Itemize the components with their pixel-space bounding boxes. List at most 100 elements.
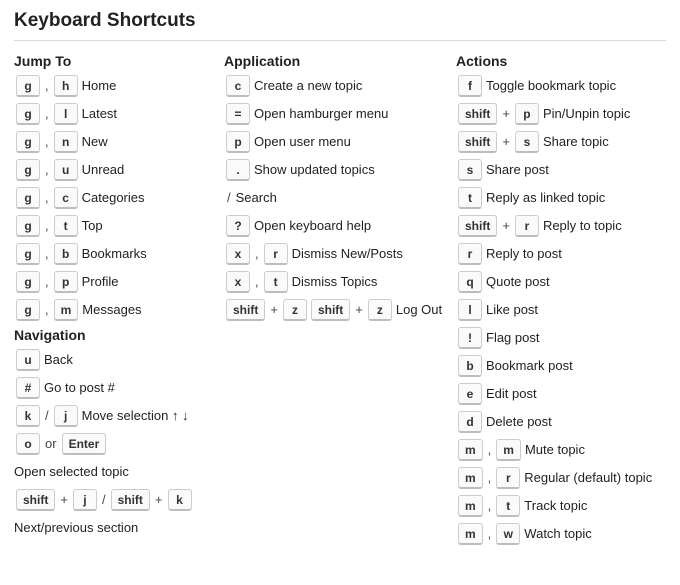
shortcut-row: #Go to post #: [14, 377, 214, 399]
columns: Jump To g,hHomeg,lLatestg,nNewg,uUnreadg…: [14, 51, 666, 551]
key-separator: ,: [488, 523, 492, 545]
keyboard-shortcuts-panel: Keyboard Shortcuts Jump To g,hHomeg,lLat…: [0, 0, 680, 565]
shortcut-row: g,pProfile: [14, 271, 214, 293]
shortcut-row: g,cCategories: [14, 187, 214, 209]
keycap: g: [16, 215, 40, 237]
shortcut-row: !Flag post: [456, 327, 664, 349]
section-list-jump: g,hHomeg,lLatestg,nNewg,uUnreadg,cCatego…: [14, 75, 214, 321]
shortcut-label: Pin/Unpin topic: [543, 103, 630, 125]
shortcut-row: shift+j/shift+k: [14, 489, 214, 511]
shortcut-row: lLike post: [456, 299, 664, 321]
shortcut-row: x,tDismiss Topics: [224, 271, 446, 293]
keycap: z: [283, 299, 307, 321]
shortcut-label: Like post: [486, 299, 538, 321]
keycap: u: [16, 349, 40, 371]
shortcut-row: oorEnter: [14, 433, 214, 455]
key-separator: ,: [45, 187, 49, 209]
keycap: j: [73, 489, 97, 511]
shortcut-label: Bookmark post: [486, 355, 573, 377]
shortcut-label: Profile: [82, 271, 119, 293]
keycap: t: [264, 271, 288, 293]
keycap: m: [458, 439, 483, 461]
shortcut-label: Quote post: [486, 271, 550, 293]
keycap: m: [458, 467, 483, 489]
shortcut-row: cCreate a new topic: [224, 75, 446, 97]
key-separator: ,: [45, 299, 49, 321]
shortcut-label: Reply as linked topic: [486, 187, 605, 209]
shortcut-label: Open user menu: [254, 131, 351, 153]
key-separator: or: [45, 433, 57, 455]
shortcut-label: Reply to post: [486, 243, 562, 265]
shortcut-row: g,hHome: [14, 75, 214, 97]
keycap: w: [496, 523, 520, 545]
shortcut-row: uBack: [14, 349, 214, 371]
shortcut-label: Home: [82, 75, 117, 97]
shortcut-row: m,mMute topic: [456, 439, 664, 461]
shortcut-label: Mute topic: [525, 439, 585, 461]
shortcut-row: fToggle bookmark topic: [456, 75, 664, 97]
key-separator: +: [155, 489, 163, 511]
shortcut-label: Show updated topics: [254, 159, 375, 181]
shortcut-label: Dismiss New/Posts: [292, 243, 403, 265]
keycap: p: [515, 103, 539, 125]
keycap: k: [16, 405, 40, 427]
shortcut-row: m,tTrack topic: [456, 495, 664, 517]
shortcut-label: Messages: [82, 299, 141, 321]
keycap: g: [16, 243, 40, 265]
keycap: shift: [458, 215, 497, 237]
keycap: shift: [226, 299, 265, 321]
shortcut-row: g,bBookmarks: [14, 243, 214, 265]
section-list-app: cCreate a new topic =Open hamburger menu p…: [224, 75, 446, 321]
key-separator: ,: [488, 467, 492, 489]
keycap: u: [54, 159, 78, 181]
divider: [14, 40, 666, 41]
section-list-nav: uBack #Go to post # k/jMove selection ↑ ↓ o…: [14, 349, 214, 539]
keycap: h: [54, 75, 78, 97]
keycap: g: [16, 271, 40, 293]
column-application: Application cCreate a new topic =Open ham…: [224, 51, 446, 551]
key-separator: ,: [45, 243, 49, 265]
keycap: x: [226, 271, 250, 293]
key-separator: ,: [255, 271, 259, 293]
keycap: g: [16, 187, 40, 209]
shortcut-label: Watch topic: [524, 523, 591, 545]
key-separator: ,: [45, 131, 49, 153]
keycap: #: [16, 377, 40, 399]
section-heading-app: Application: [224, 53, 446, 69]
section-heading-nav: Navigation: [14, 327, 214, 343]
shortcut-label: Categories: [82, 187, 145, 209]
key-separator: /: [102, 489, 106, 511]
shortcut-row: m,rRegular (default) topic: [456, 467, 664, 489]
section-heading-act: Actions: [456, 53, 664, 69]
shortcut-label: Reply to topic: [543, 215, 622, 237]
shortcut-row: k/jMove selection ↑ ↓: [14, 405, 214, 427]
shortcut-row: bBookmark post: [456, 355, 664, 377]
shortcut-label: Latest: [82, 103, 117, 125]
keycap: o: [16, 433, 40, 455]
keycap: !: [458, 327, 482, 349]
shortcut-label: Next/previous section: [14, 517, 214, 539]
keycap: ?: [226, 215, 250, 237]
keycap: r: [264, 243, 288, 265]
keycap: p: [226, 131, 250, 153]
shortcut-row: g,nNew: [14, 131, 214, 153]
keycap: b: [54, 243, 78, 265]
shortcut-label: New: [82, 131, 108, 153]
shortcut-label: Edit post: [486, 383, 537, 405]
keycap: b: [458, 355, 482, 377]
shortcut-row: shift+pPin/Unpin topic: [456, 103, 664, 125]
shortcut-row: shift+rReply to topic: [456, 215, 664, 237]
keycap: p: [54, 271, 78, 293]
key-separator: ,: [45, 215, 49, 237]
shortcut-row: =Open hamburger menu: [224, 103, 446, 125]
keycap: g: [16, 131, 40, 153]
keycap: c: [54, 187, 78, 209]
shortcut-label: Open keyboard help: [254, 215, 371, 237]
key-separator: ,: [45, 103, 49, 125]
column-jump-nav: Jump To g,hHomeg,lLatestg,nNewg,uUnreadg…: [14, 51, 214, 551]
keycap: shift: [16, 489, 55, 511]
page-title: Keyboard Shortcuts: [14, 10, 666, 32]
shortcut-label: Share topic: [543, 131, 609, 153]
shortcut-label: Delete post: [486, 411, 552, 433]
keycap: j: [54, 405, 78, 427]
